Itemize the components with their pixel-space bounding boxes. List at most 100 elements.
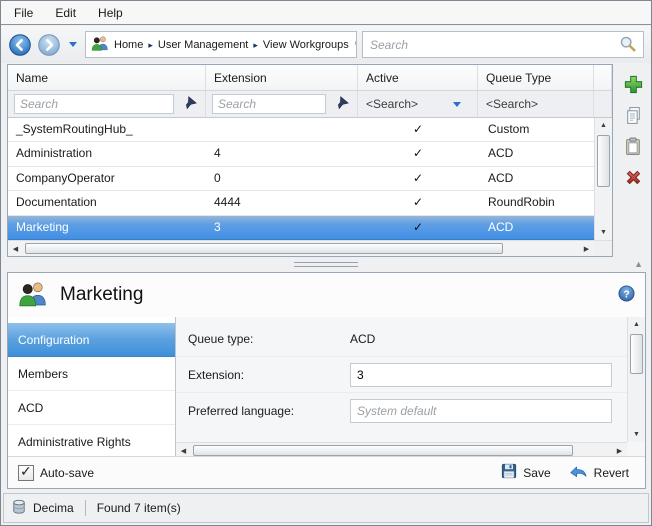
add-workgroup-button[interactable] [622, 73, 644, 95]
cell-name: Administration [8, 142, 206, 165]
preferred-language-field[interactable] [350, 399, 612, 423]
column-header-queue-type[interactable]: Queue Type [478, 65, 594, 90]
status-app-name: Decima [33, 501, 74, 515]
cell-extension: 4444 [206, 191, 358, 214]
paste-icon [628, 142, 636, 152]
menu-edit[interactable]: Edit [44, 3, 87, 23]
tab-members[interactable]: Members [8, 357, 175, 391]
status-result-count: Found 7 item(s) [97, 501, 181, 515]
cell-queue-type: Custom [478, 118, 594, 141]
table-filter-row: <Search> <Search> [8, 91, 612, 118]
revert-button[interactable]: Revert [563, 461, 635, 485]
scroll-up-icon[interactable] [595, 118, 612, 133]
form-vertical-scrollbar[interactable] [627, 317, 645, 442]
copy-button[interactable] [622, 104, 644, 126]
scrollbar-thumb[interactable] [193, 445, 573, 456]
search-icon[interactable] [619, 35, 636, 55]
scroll-down-icon[interactable] [595, 225, 612, 240]
scroll-right-icon[interactable] [579, 241, 594, 256]
active-filter-dropdown[interactable]: <Search> [358, 91, 478, 117]
workgroup-icon [18, 280, 48, 310]
delete-x-icon [627, 171, 639, 183]
revert-arrow-icon [569, 464, 588, 482]
forward-button[interactable] [37, 33, 61, 57]
breadcrumb-separator-icon [253, 39, 258, 51]
scrollbar-thumb[interactable] [630, 334, 643, 374]
cell-extension: 4 [206, 142, 358, 165]
scrollbar-thumb[interactable] [25, 243, 503, 254]
status-bar: Decima Found 7 item(s) [3, 493, 649, 523]
queue-type-value: ACD [350, 332, 612, 346]
scroll-left-icon[interactable] [8, 241, 23, 256]
column-header-extension[interactable]: Extension [206, 65, 358, 90]
active-filter-value: <Search> [364, 97, 418, 111]
help-icon[interactable]: ? [618, 285, 635, 305]
back-button[interactable] [8, 33, 32, 57]
table-horizontal-scrollbar[interactable] [8, 241, 594, 256]
detail-header: Marketing ? [8, 273, 645, 317]
name-filter-input[interactable] [14, 94, 174, 114]
scroll-up-icon[interactable] [628, 317, 645, 332]
dropdown-arrow-icon [453, 102, 461, 107]
save-label: Save [523, 466, 550, 480]
paste-button[interactable] [622, 135, 644, 157]
navigation-toolbar: Home User Management View Workgroups [1, 26, 651, 63]
menu-file[interactable]: File [3, 3, 44, 23]
tab-configuration[interactable]: Configuration [8, 323, 175, 357]
global-search-box [362, 31, 644, 58]
table-row-selected[interactable]: Marketing 3 ✓ ACD [8, 216, 594, 240]
cell-extension: 3 [206, 216, 358, 239]
breadcrumb: Home User Management View Workgroups [85, 31, 357, 58]
workgroups-table: Name Extension Active Queue Type <Search… [7, 64, 613, 257]
table-row[interactable]: Administration 4 ✓ ACD [8, 142, 594, 166]
breadcrumb-view-workgroups[interactable]: View Workgroups [261, 38, 351, 52]
scrollbar-thumb[interactable] [597, 135, 610, 187]
svg-text:?: ? [623, 289, 629, 300]
queue-type-filter-dropdown[interactable]: <Search> [478, 91, 594, 117]
save-button[interactable]: Save [495, 460, 556, 485]
panel-splitter[interactable]: ▲ [1, 258, 651, 271]
back-arrow-icon [8, 33, 32, 57]
menu-help[interactable]: Help [87, 3, 134, 23]
tab-acd[interactable]: ACD [8, 391, 175, 425]
table-row[interactable]: Documentation 4444 ✓ RoundRobin [8, 191, 594, 215]
extension-field[interactable] [350, 363, 612, 387]
tab-administrative-rights[interactable]: Administrative Rights [8, 425, 175, 459]
history-dropdown-icon[interactable] [69, 42, 77, 47]
column-header-name[interactable]: Name [8, 65, 206, 90]
cell-extension [206, 118, 358, 141]
workgroups-icon [91, 35, 109, 54]
column-header-active[interactable]: Active [358, 65, 478, 90]
table-row[interactable]: _SystemRoutingHub_ ✓ Custom [8, 118, 594, 142]
scroll-down-icon[interactable] [628, 427, 645, 442]
cell-name: _SystemRoutingHub_ [8, 118, 206, 141]
active-check-icon: ✓ [358, 118, 478, 141]
cell-extension: 0 [206, 167, 358, 190]
autosave-checkbox[interactable]: ✓ [18, 465, 34, 481]
status-separator [85, 500, 86, 516]
scrollbar-corner [594, 241, 612, 256]
cell-queue-type: ACD [478, 216, 594, 239]
refresh-icon[interactable] [354, 35, 357, 54]
configuration-form: Queue type: ACD Extension: Preferred lan… [176, 317, 645, 458]
table-row[interactable]: CompanyOperator 0 ✓ ACD [8, 167, 594, 191]
extension-filter-input[interactable] [212, 94, 326, 114]
cell-name: CompanyOperator [8, 167, 206, 190]
filter-funnel-icon[interactable] [179, 94, 199, 114]
filter-funnel-icon[interactable] [331, 94, 351, 114]
collapse-panel-icon[interactable]: ▲ [634, 259, 643, 269]
checkmark-icon: ✓ [20, 463, 32, 480]
forward-arrow-icon [37, 33, 61, 57]
breadcrumb-separator-icon [148, 39, 153, 51]
table-vertical-scrollbar[interactable] [594, 118, 612, 240]
breadcrumb-home[interactable]: Home [112, 38, 145, 52]
breadcrumb-user-management[interactable]: User Management [156, 38, 251, 52]
detail-tabs: Configuration Members ACD Administrative… [8, 317, 176, 458]
table-body: _SystemRoutingHub_ ✓ Custom Administrati… [8, 118, 612, 240]
extension-filter-cell [206, 91, 358, 117]
global-search-input[interactable] [370, 38, 613, 52]
delete-button[interactable] [622, 166, 644, 188]
preferred-language-label: Preferred language: [188, 404, 350, 418]
column-header-spacer [594, 65, 612, 90]
app-window: File Edit Help [0, 0, 652, 526]
